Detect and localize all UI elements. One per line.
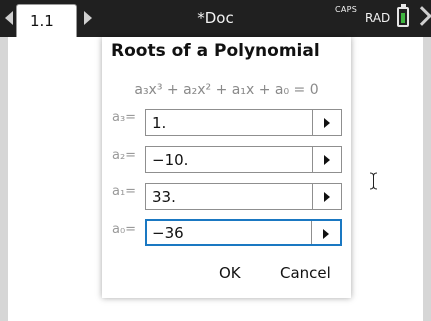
play-arrow-icon [324, 118, 330, 128]
caps-indicator: CAPS [335, 5, 358, 14]
field-value: 33. [152, 188, 176, 206]
top-bar: 1.1 *Doc CAPS RAD [0, 0, 431, 37]
field-menu-button[interactable] [311, 221, 340, 244]
cancel-button[interactable]: Cancel [280, 264, 331, 282]
field-menu-button[interactable] [312, 147, 341, 172]
coef-label-a3: a₃= [112, 110, 137, 125]
dialog-title: Roots of a Polynomial [111, 41, 320, 61]
coef-field-a3[interactable]: 1. [145, 109, 342, 136]
field-value: −36 [152, 224, 184, 242]
field-value: −10. [152, 151, 189, 169]
play-arrow-icon [324, 192, 330, 202]
polynomial-equation: a₃x³ + a₂x² + a₁x + a₀ = 0 [134, 82, 319, 98]
coef-label-a2: a₂= [112, 148, 137, 163]
play-arrow-icon [324, 155, 330, 165]
coef-label-a1: a₁= [112, 184, 137, 199]
ok-button[interactable]: OK [219, 264, 241, 282]
battery-icon [397, 7, 409, 27]
field-menu-button[interactable] [312, 184, 341, 209]
play-arrow-icon [323, 229, 329, 239]
coef-label-a0: a₀= [112, 222, 137, 237]
coef-field-a2[interactable]: −10. [145, 146, 342, 173]
roots-dialog: Roots of a Polynomial a₃x³ + a₂x² + a₁x … [102, 37, 351, 298]
battery-level [401, 12, 405, 23]
field-value: 1. [152, 114, 167, 132]
angle-mode-indicator: RAD [365, 11, 391, 25]
coef-field-a0[interactable]: −36 [145, 219, 342, 246]
coef-field-a1[interactable]: 33. [145, 183, 342, 210]
field-menu-button[interactable] [312, 110, 341, 135]
text-cursor-icon [369, 172, 378, 190]
